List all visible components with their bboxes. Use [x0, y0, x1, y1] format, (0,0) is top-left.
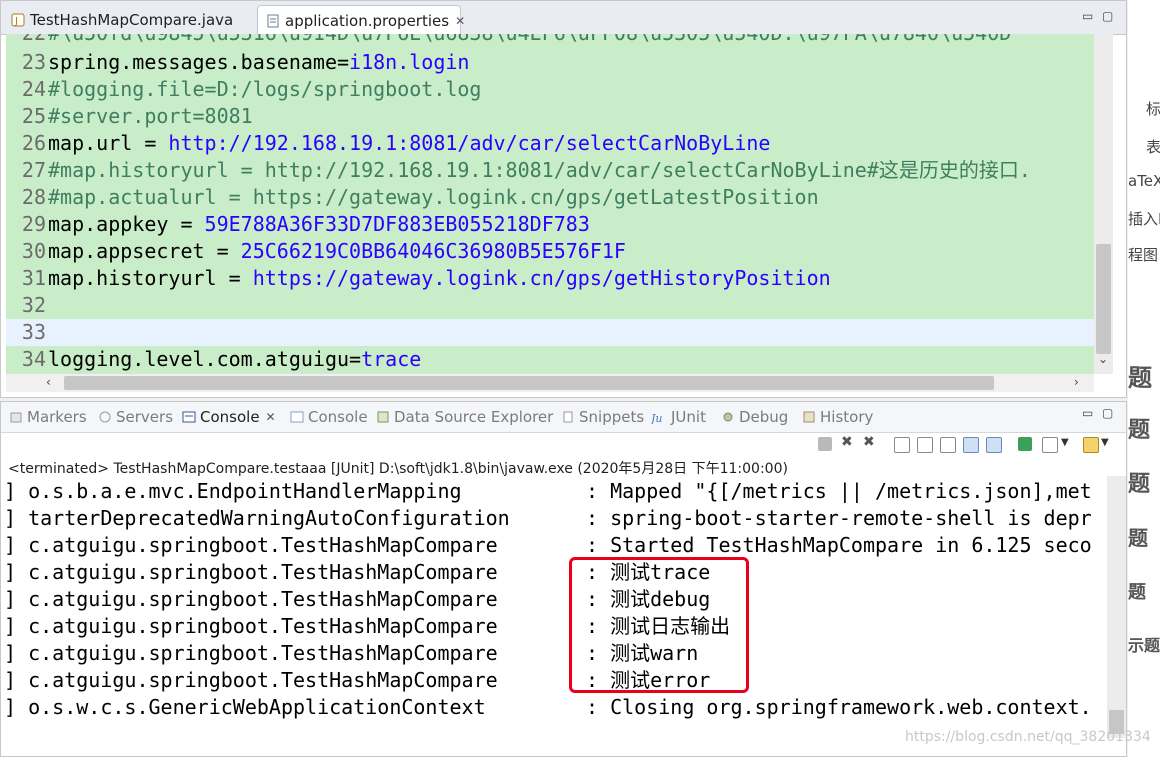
console-icon [182, 410, 196, 424]
terminate-icon[interactable] [818, 437, 832, 451]
scrollbar-thumb[interactable] [1096, 244, 1111, 354]
code-line: 23 spring.messages.basename=i18n.login [21, 50, 470, 74]
scroll-lock-icon[interactable] [917, 437, 933, 453]
strip-item: 程图 [1128, 246, 1159, 264]
tab-console-active[interactable]: Console ✕ [182, 408, 276, 426]
word-wrap-icon[interactable] [940, 437, 956, 453]
code-line: 25 #server.port=8081 [21, 104, 253, 128]
editor-horizontal-scrollbar[interactable]: ‹ › [6, 374, 1094, 392]
code-line: 26 map.url = http://192.168.19.1:8081/adv… [21, 131, 771, 155]
code-line-current: 33 [6, 319, 1094, 346]
open-console-icon[interactable] [1083, 437, 1099, 453]
console-icon [290, 410, 304, 424]
show-stderr-icon[interactable] [986, 437, 1002, 453]
strip-heading: 题 [1128, 526, 1148, 550]
minimize-icon[interactable]: ▭ [1082, 406, 1093, 420]
remove-all-icon[interactable]: ✖ [863, 434, 877, 450]
tab-snippets[interactable]: Snippets [561, 408, 644, 426]
show-stdout-icon[interactable] [963, 437, 979, 453]
code-line: 29 map.appkey = 59E788A36F33D7DF883EB0552… [21, 212, 590, 236]
strip-item: aTeX [1128, 172, 1160, 190]
chevron-down-icon[interactable]: ▼ [1061, 437, 1075, 451]
log-line: ] o.s.w.c.s.GenericWebApplicationContext… [4, 695, 1092, 719]
maximize-icon[interactable]: ▢ [1102, 406, 1113, 420]
log-line: ] c.atguigu.springboot.TestHashMapCompar… [4, 641, 699, 665]
strip-item: 标 [1146, 100, 1160, 118]
console-toolbar: ✖ ✖ ▼ ▼ [1, 432, 1126, 456]
code-line: 31 map.historyurl = https://gateway.login… [21, 266, 831, 290]
code-line: 28 #map.actualurl = https://gateway.login… [21, 185, 819, 209]
annotation-highlight-box [569, 557, 749, 693]
log-line: ] c.atguigu.springboot.TestHashMapCompar… [4, 668, 711, 692]
console-vertical-scrollbar[interactable] [1107, 476, 1126, 738]
code-editor[interactable]: 22#\u50fd\u9845\u5316\u914D\u7F6E\u6838\… [6, 34, 1113, 374]
log-line: ] c.atguigu.springboot.TestHashMapCompar… [4, 560, 711, 584]
maximize-icon[interactable]: ▢ [1102, 9, 1113, 23]
code-line: 27 #map.historyurl = http://192.168.19.1:… [21, 158, 1031, 182]
svg-text:J: J [14, 16, 18, 27]
tab-testhashmapcompare-java[interactable]: J TestHashMapCompare.java [3, 5, 253, 34]
code-line: 32 [21, 293, 46, 317]
strip-heading: 题 [1128, 364, 1152, 392]
code-line: 30 map.appsecret = 25C66219C0BB64046C3698… [21, 239, 626, 263]
tab-debug[interactable]: Debug [721, 408, 788, 426]
close-icon[interactable]: ✕ [455, 14, 465, 28]
console-pane: Markers Servers Console ✕ Console Data So… [0, 401, 1127, 757]
strip-heading: 题 [1128, 582, 1146, 603]
strip-heading: 题 [1128, 418, 1151, 443]
data-source-icon [376, 410, 390, 424]
console-output[interactable]: ] o.s.b.a.e.mvc.EndpointHandlerMapping: … [4, 476, 1104, 736]
tab-console[interactable]: Console [290, 408, 368, 426]
tab-markers[interactable]: Markers [9, 408, 87, 426]
log-line: ] o.s.b.a.e.mvc.EndpointHandlerMapping: … [4, 479, 1092, 503]
markers-icon [9, 410, 23, 424]
strip-item: 插入M [1128, 210, 1160, 228]
watermark: https://blog.csdn.net/qq_38201334 [905, 729, 1151, 745]
log-line: ] c.atguigu.springboot.TestHashMapCompar… [4, 614, 731, 638]
tab-label: application.properties [285, 11, 450, 30]
code-line: 22#\u50fd\u9845\u5316\u914D\u7F6E\u6838\… [6, 34, 1094, 47]
scroll-right-icon[interactable]: › [1074, 375, 1079, 389]
tab-label: TestHashMapCompare.java [30, 10, 234, 29]
clear-console-icon[interactable] [894, 437, 910, 453]
remove-launch-icon[interactable]: ✖ [841, 434, 855, 450]
properties-file-icon [266, 14, 280, 28]
minimize-icon[interactable]: ▭ [1082, 9, 1093, 23]
log-line: ] c.atguigu.springboot.TestHashMapCompar… [4, 533, 1092, 557]
strip-heading: 示题 [1128, 636, 1160, 655]
java-file-icon: J [11, 13, 25, 27]
scrollbar-thumb[interactable] [64, 376, 994, 390]
log-line: ] c.atguigu.springboot.TestHashMapCompar… [4, 587, 711, 611]
junit-icon: Ju [649, 410, 667, 425]
snippets-icon [561, 410, 575, 424]
tab-servers[interactable]: Servers [98, 408, 173, 426]
debug-icon [721, 410, 735, 424]
chevron-down-icon[interactable]: ▼ [1101, 437, 1115, 451]
strip-item: 表 [1146, 138, 1160, 156]
scroll-left-icon[interactable]: ‹ [46, 375, 51, 389]
strip-heading: 题 [1128, 472, 1151, 497]
code-line: 34 logging.level.com.atguigu=trace [21, 347, 422, 371]
view-tabbar: Markers Servers Console ✕ Console Data So… [1, 402, 1126, 433]
editor-vertical-scrollbar[interactable]: ⌄ [1094, 34, 1113, 374]
log-line: ] tarterDeprecatedWarningAutoConfigurati… [4, 506, 1092, 530]
editor-tabbar: J TestHashMapCompare.java application.pr… [1, 1, 1126, 35]
close-icon[interactable]: ✕ [266, 410, 276, 424]
scroll-down-icon[interactable]: ⌄ [1098, 352, 1108, 366]
pin-console-icon[interactable] [1018, 437, 1032, 451]
tab-history[interactable]: History [802, 408, 873, 426]
tab-data-source-explorer[interactable]: Data Source Explorer [376, 408, 553, 426]
code-line: 24 #logging.file=D:/logs/springboot.log [21, 77, 482, 101]
display-console-icon[interactable] [1042, 437, 1058, 453]
tab-junit[interactable]: Ju JUnit [649, 408, 706, 426]
background-app-strip: 标 表 aTeX 插入M 程图 题 题 题 题 题 示题 [1128, 0, 1160, 757]
svg-text:Ju: Ju [651, 412, 663, 424]
tab-application-properties[interactable]: application.properties ✕ [257, 5, 465, 35]
launch-status: <terminated> TestHashMapCompare.testaaa … [8, 461, 788, 477]
editor-pane: J TestHashMapCompare.java application.pr… [0, 0, 1127, 398]
history-icon [802, 410, 816, 424]
servers-icon [98, 410, 112, 424]
